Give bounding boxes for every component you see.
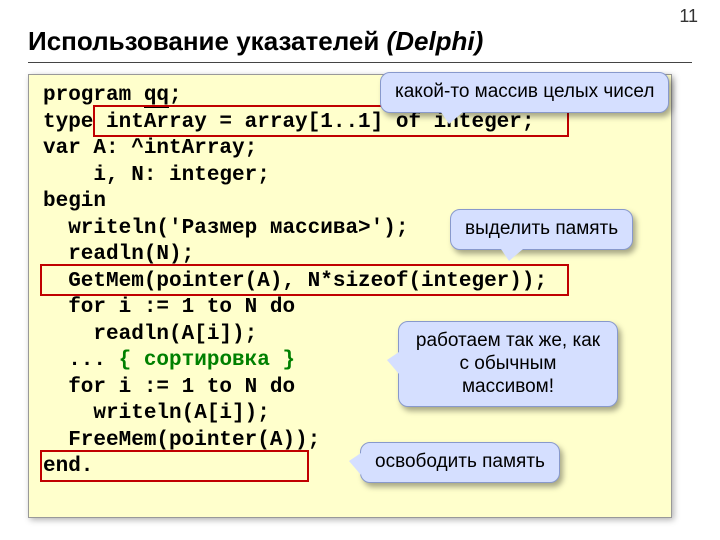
code-line-6: writeln('Размер массива>'); [43, 217, 408, 240]
code-line-10: readln(A[i]); [43, 323, 257, 346]
code-line-3: var A: ^intArray; [43, 137, 257, 160]
slide-title: Использование указателей (Delphi) [28, 26, 483, 57]
slide: 11 Использование указателей (Delphi) pro… [0, 0, 720, 540]
callout-usage: работаем так же, как с обычным массивом! [398, 321, 618, 407]
code-block: program qq; type intArray = array[1..1] … [28, 74, 672, 518]
code-line-14: FreeMem(pointer(A)); [43, 429, 320, 452]
title-text-plain: Использование указателей [28, 26, 387, 56]
title-underline [28, 62, 692, 63]
callout-alloc: выделить память [450, 209, 633, 250]
code-line-13: writeln(A[i]); [43, 402, 270, 425]
callout-free: освободить память [360, 442, 560, 483]
code-line-15: end. [43, 455, 93, 478]
code-line-4: i, N: integer; [43, 164, 270, 187]
title-text-italic: (Delphi) [387, 26, 484, 56]
code-line-9: for i := 1 to N do [43, 296, 295, 319]
code-line-8: GetMem(pointer(A), N*sizeof(integer)); [43, 270, 547, 293]
page-number: 11 [679, 6, 698, 27]
code-text: program qq; type intArray = array[1..1] … [43, 83, 657, 481]
code-line-12: for i := 1 to N do [43, 376, 295, 399]
callout-array-comment: какой-то массив целых чисел [380, 72, 669, 113]
code-line-1: program qq; [43, 84, 182, 108]
code-line-7: readln(N); [43, 243, 194, 266]
code-line-5: begin [43, 190, 106, 213]
code-line-11: ... { сортировка } [43, 349, 295, 372]
